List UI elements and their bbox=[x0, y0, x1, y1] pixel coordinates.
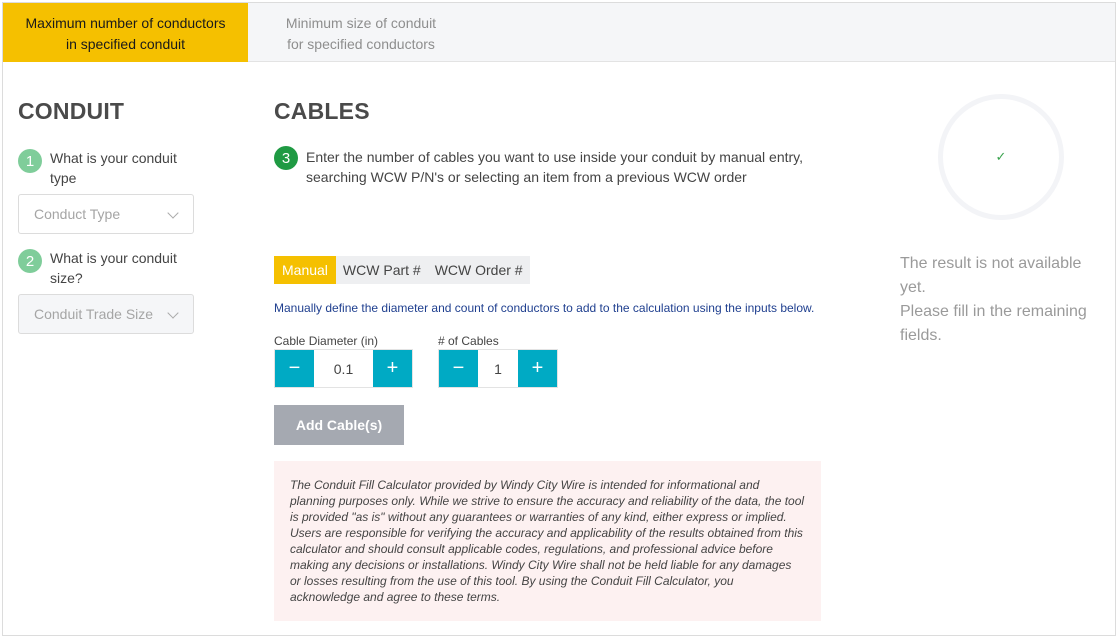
count-input[interactable]: 1 bbox=[478, 350, 518, 387]
step-2-badge: 2 bbox=[18, 249, 42, 273]
conduit-type-select[interactable]: Conduct Type bbox=[18, 194, 194, 234]
check-icon: ✓ bbox=[995, 149, 1007, 164]
conduit-size-placeholder: Conduit Trade Size bbox=[34, 306, 154, 322]
cables-heading: CABLES bbox=[274, 98, 370, 124]
diameter-label: Cable Diameter (in) bbox=[274, 334, 379, 348]
calculator-frame: Maximum number of conductors in specifie… bbox=[2, 2, 1116, 636]
mode-tabs: Maximum number of conductors in specifie… bbox=[3, 3, 1115, 62]
minus-icon: − bbox=[452, 357, 465, 379]
diameter-input[interactable]: 0.1 bbox=[314, 350, 373, 387]
result-message: The result is not available yet. Please … bbox=[900, 252, 1110, 348]
entry-mode-tabs: Manual WCW Part # WCW Order # bbox=[274, 256, 530, 284]
diameter-decrement-button[interactable]: − bbox=[275, 350, 314, 387]
tab-min-size[interactable]: Minimum size of conduit for specified co… bbox=[248, 3, 474, 62]
conduit-type-placeholder: Conduct Type bbox=[34, 206, 121, 222]
diameter-increment-button[interactable]: + bbox=[373, 350, 412, 387]
step-2-question: What is your conduit size? bbox=[50, 250, 177, 286]
count-increment-button[interactable]: + bbox=[518, 350, 557, 387]
tab-wcw-part[interactable]: WCW Part # bbox=[336, 256, 428, 284]
result-line-2: Please fill in the remaining fields. bbox=[900, 303, 1087, 344]
count-decrement-button[interactable]: − bbox=[439, 350, 478, 387]
step-3-instructions: Enter the number of cables you want to u… bbox=[306, 149, 804, 185]
step-3-badge: 3 bbox=[274, 146, 298, 170]
plus-icon: + bbox=[531, 357, 544, 379]
chevron-down-icon bbox=[167, 307, 179, 319]
manual-hint: Manually define the diameter and count o… bbox=[274, 301, 815, 315]
result-line-1: The result is not available yet. bbox=[900, 255, 1082, 296]
tab-wcw-order[interactable]: WCW Order # bbox=[428, 256, 530, 284]
conduit-size-select[interactable]: Conduit Trade Size bbox=[18, 294, 194, 334]
count-label: # of Cables bbox=[438, 334, 499, 348]
result-ring: ✓ bbox=[938, 94, 1064, 220]
minus-icon: − bbox=[288, 357, 301, 379]
tab-max-conductors-label: Maximum number of conductors in specifie… bbox=[25, 14, 226, 52]
plus-icon: + bbox=[386, 357, 399, 379]
tab-max-conductors[interactable]: Maximum number of conductors in specifie… bbox=[3, 3, 248, 62]
tab-manual[interactable]: Manual bbox=[274, 256, 336, 284]
step-1-badge: 1 bbox=[18, 149, 42, 173]
conduit-heading: CONDUIT bbox=[18, 98, 125, 124]
chevron-down-icon bbox=[167, 207, 179, 219]
count-stepper: − 1 + bbox=[438, 349, 558, 388]
step-1-question: What is your conduit type bbox=[50, 150, 177, 186]
disclaimer: The Conduit Fill Calculator provided by … bbox=[274, 461, 821, 621]
tab-min-size-label: Minimum size of conduit for specified co… bbox=[285, 14, 437, 52]
add-cables-button[interactable]: Add Cable(s) bbox=[274, 405, 404, 445]
diameter-stepper: − 0.1 + bbox=[274, 349, 413, 388]
